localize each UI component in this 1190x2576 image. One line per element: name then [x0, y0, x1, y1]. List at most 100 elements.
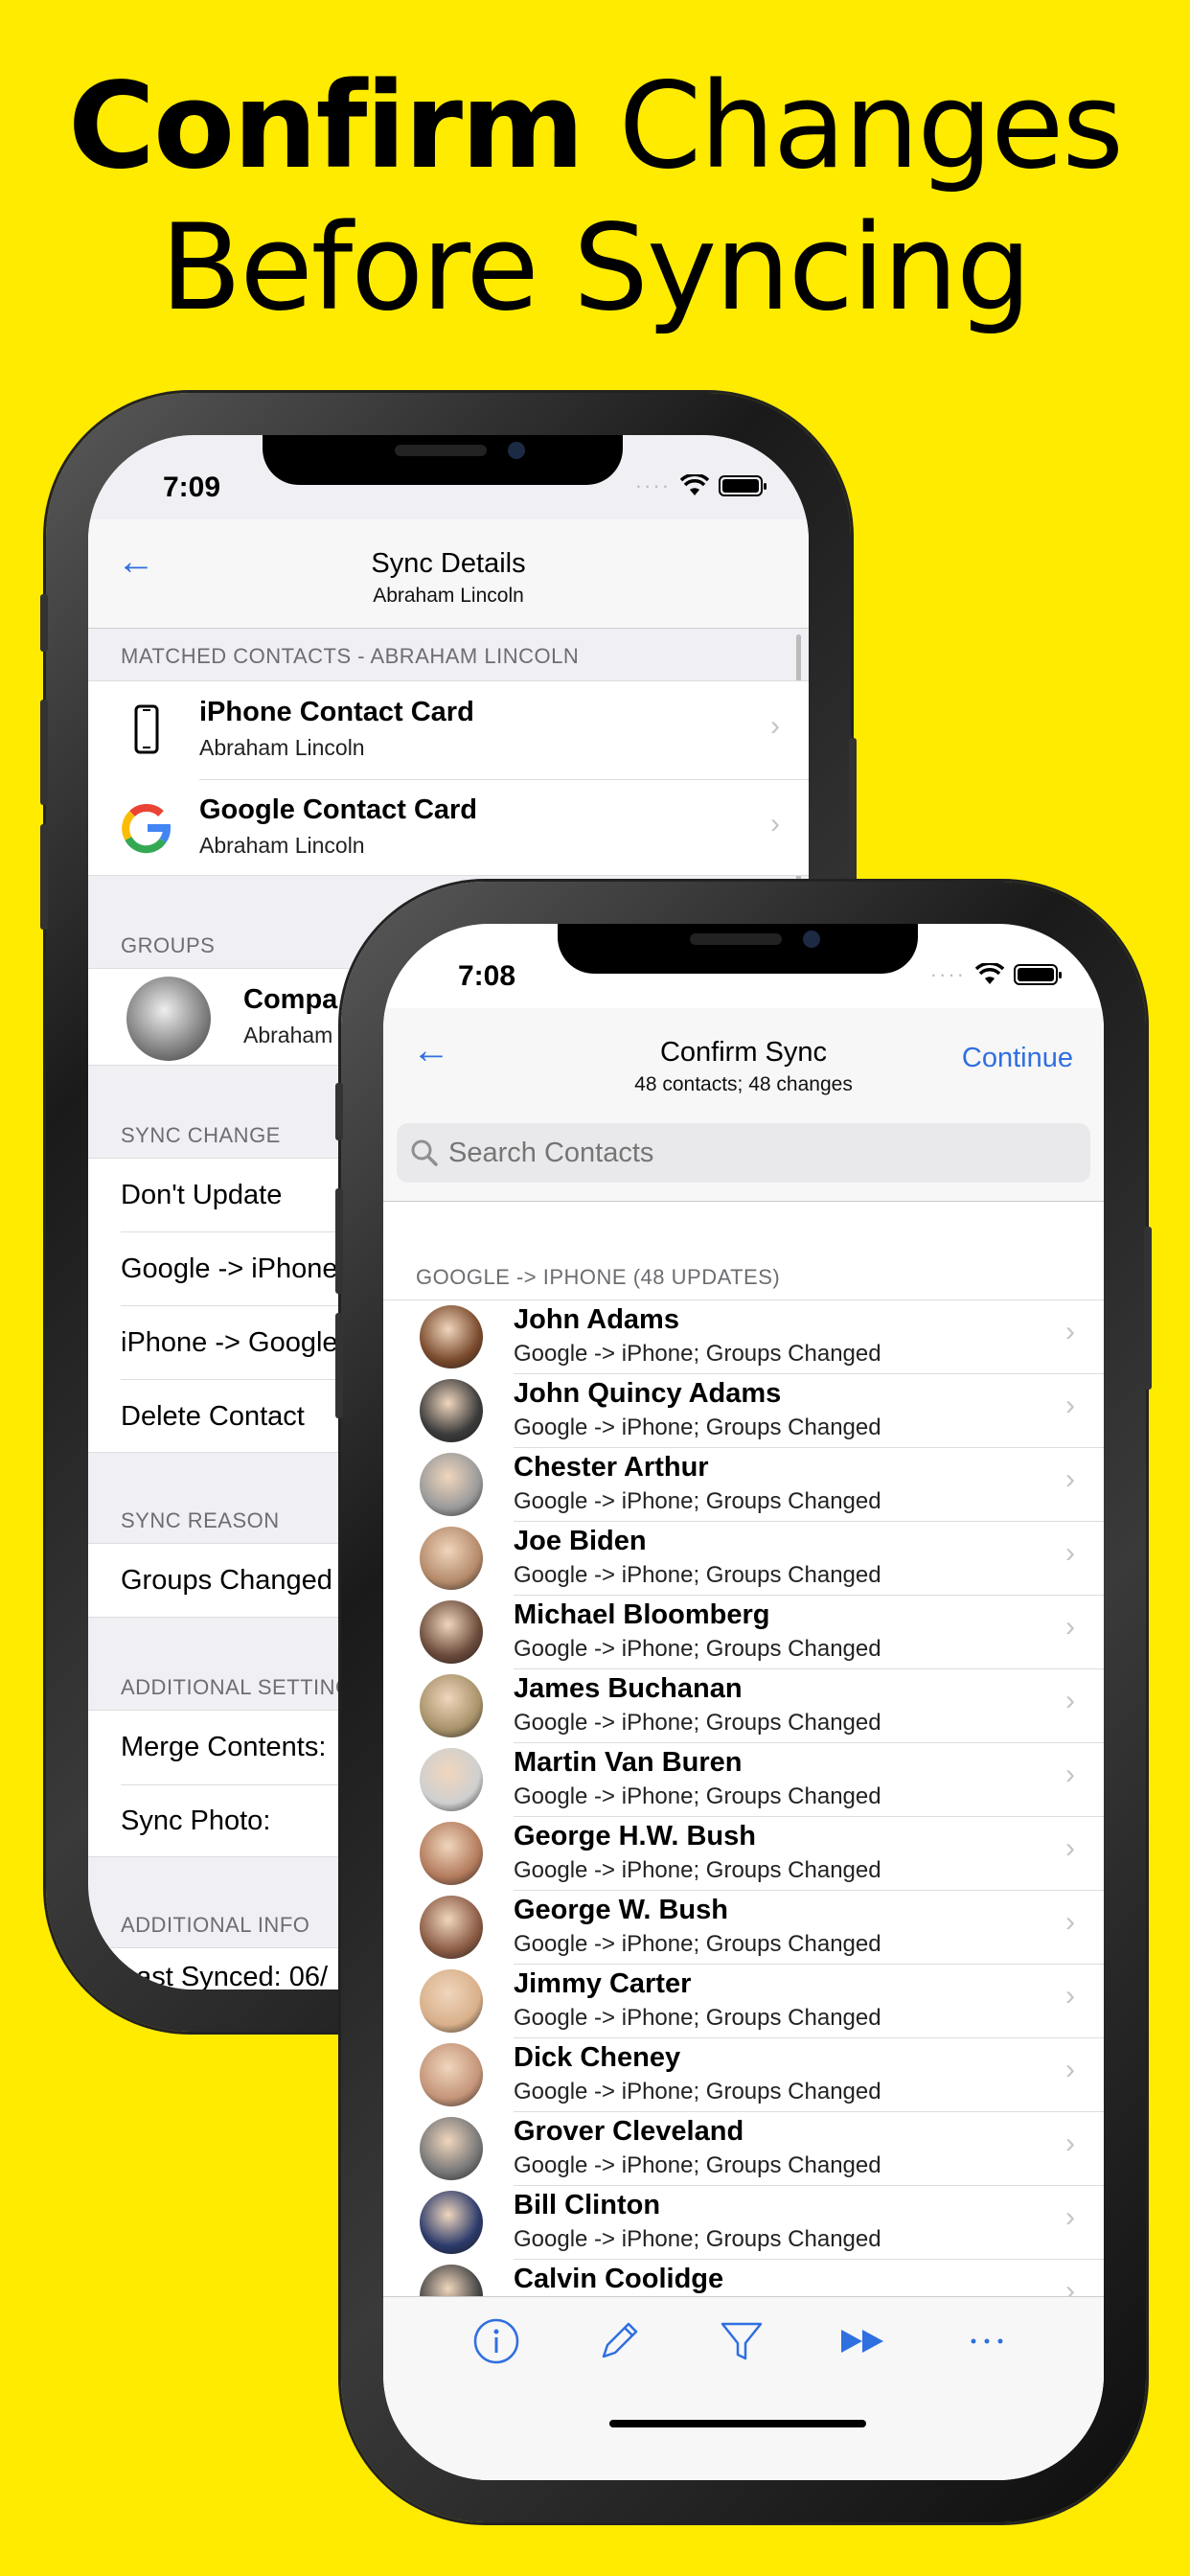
wifi-icon [680, 474, 709, 495]
contact-detail: Google -> iPhone; Groups Changed [514, 1931, 881, 1957]
option-google-to-iphone[interactable]: Google -> iPhone [121, 1254, 338, 1285]
group-title: Compa [243, 984, 338, 1015]
headline-rest: Changes [583, 58, 1124, 196]
nav-subtitle: Abraham Lincoln [373, 585, 524, 607]
section-header-updates: GOOGLE -> IPHONE (48 UPDATES) [416, 1265, 781, 1289]
contact-row[interactable]: Jimmy Carter Google -> iPhone; Groups Cha… [383, 1965, 1104, 2038]
search-input[interactable] [448, 1137, 927, 1169]
chevron-right-icon: › [1065, 2128, 1075, 2159]
contact-name: Michael Bloomberg [514, 1599, 770, 1630]
avatar [420, 1379, 483, 1442]
contact-name: Grover Cleveland [514, 2116, 744, 2147]
chevron-right-icon: › [1065, 1832, 1075, 1864]
iphone-icon [134, 704, 159, 754]
filter-icon[interactable] [713, 2312, 770, 2370]
status-icons: ···· [929, 962, 1062, 987]
fast-forward-icon[interactable] [835, 2312, 893, 2370]
matched-contacts-group: iPhone Contact Card Abraham Lincoln › Go… [88, 680, 809, 876]
front-phone-frame: 7:08 ···· ← Confirm Sync 48 contacts; 48… [335, 882, 1152, 2522]
contact-row[interactable]: Michael Bloomberg Google -> iPhone; Group… [383, 1596, 1104, 1669]
home-indicator[interactable] [609, 2420, 866, 2427]
notch [558, 924, 918, 974]
contact-detail: Google -> iPhone; Groups Changed [514, 1414, 881, 1440]
search-bar[interactable] [397, 1123, 1090, 1183]
signal-icon: ···· [929, 962, 966, 986]
avatar [126, 977, 211, 1061]
contact-detail: Google -> iPhone; Groups Changed [514, 1341, 881, 1367]
chevron-right-icon: › [770, 808, 780, 840]
chevron-right-icon: › [1065, 2201, 1075, 2233]
contact-row[interactable]: Joe Biden Google -> iPhone; Groups Change… [383, 1522, 1104, 1596]
contact-name: Martin Van Buren [514, 1747, 743, 1778]
avatar [420, 2191, 483, 2254]
merge-contents-label[interactable]: Merge Contents: [121, 1732, 326, 1763]
chevron-right-icon: › [1065, 1537, 1075, 1569]
contact-row[interactable]: Martin Van Buren Google -> iPhone; Groups… [383, 1743, 1104, 1817]
volume-down-button [335, 1313, 343, 1418]
sync-photo-label[interactable]: Sync Photo: [121, 1806, 270, 1837]
headline: Confirm Changes Before Syncing [0, 56, 1190, 339]
group-subtitle: Abraham [243, 1023, 333, 1047]
option-dont-update[interactable]: Don't Update [121, 1180, 282, 1211]
section-header-additional-info: ADDITIONAL INFO [121, 1913, 310, 1937]
contact-detail: Google -> iPhone; Groups Changed [514, 1857, 881, 1883]
info-icon[interactable] [468, 2312, 525, 2370]
avatar [420, 1748, 483, 1811]
contact-detail: Google -> iPhone; Groups Changed [514, 2152, 881, 2178]
contact-detail: Google -> iPhone; Groups Changed [514, 1562, 881, 1588]
contact-detail: Google -> iPhone; Groups Changed [514, 2226, 881, 2252]
headline-bold: Confirm [67, 58, 584, 196]
google-icon [122, 804, 171, 854]
battery-icon [719, 475, 767, 496]
section-header-matched: MATCHED CONTACTS - ABRAHAM LINCOLN [121, 644, 580, 668]
contact-row[interactable]: Dick Cheney Google -> iPhone; Groups Chan… [383, 2038, 1104, 2112]
pencil-icon[interactable] [590, 2312, 648, 2370]
speaker [690, 933, 782, 945]
contact-name: James Buchanan [514, 1673, 743, 1704]
contact-row[interactable]: Grover Cleveland Google -> iPhone; Groups… [383, 2112, 1104, 2186]
side-button [1144, 1227, 1152, 1390]
contact-row[interactable]: John Adams Google -> iPhone; Groups Chang… [383, 1300, 1104, 1374]
sync-reason-value: Groups Changed [121, 1565, 332, 1596]
contact-row[interactable]: John Quincy Adams Google -> iPhone; Group… [383, 1374, 1104, 1448]
contact-row[interactable]: Bill Clinton Google -> iPhone; Groups Cha… [383, 2186, 1104, 2260]
contact-name: John Adams [514, 1304, 679, 1335]
contact-row[interactable]: James Buchanan Google -> iPhone; Groups C… [383, 1669, 1104, 1743]
volume-up-button [335, 1188, 343, 1294]
contact-row[interactable]: Chester Arthur Google -> iPhone; Groups C… [383, 1448, 1104, 1522]
contact-name: Joe Biden [514, 1526, 647, 1556]
wifi-icon [975, 963, 1004, 984]
battery-icon [1014, 964, 1062, 985]
option-iphone-to-google[interactable]: iPhone -> Google [121, 1327, 338, 1359]
volume-down-button [40, 824, 48, 930]
mute-switch [40, 594, 48, 652]
avatar [420, 1674, 483, 1737]
chevron-right-icon: › [1065, 1759, 1075, 1790]
avatar [420, 1822, 483, 1885]
contact-name: Jimmy Carter [514, 1968, 692, 1999]
contact-row[interactable]: George W. Bush Google -> iPhone; Groups C… [383, 1891, 1104, 1965]
mute-switch [335, 1083, 343, 1140]
camera [508, 442, 525, 459]
more-icon[interactable] [958, 2312, 1016, 2370]
status-icons: ···· [634, 473, 767, 498]
contact-list[interactable]: John Adams Google -> iPhone; Groups Chang… [383, 1300, 1104, 2315]
google-contact-card-cell[interactable]: Google Contact Card Abraham Lincoln › [88, 779, 809, 877]
continue-button[interactable]: Continue [962, 1043, 1073, 1074]
contact-row[interactable]: George H.W. Bush Google -> iPhone; Groups… [383, 1817, 1104, 1891]
camera [803, 931, 820, 948]
side-button [849, 738, 857, 901]
avatar [420, 1600, 483, 1664]
headline-line2: Before Syncing [160, 199, 1031, 337]
avatar [420, 1896, 483, 1959]
option-delete-contact[interactable]: Delete Contact [121, 1401, 305, 1433]
contact-name: George W. Bush [514, 1895, 728, 1925]
chevron-right-icon: › [770, 710, 780, 742]
avatar [420, 1305, 483, 1368]
iphone-contact-card-cell[interactable]: iPhone Contact Card Abraham Lincoln › [88, 681, 809, 779]
cell-title: iPhone Contact Card [199, 697, 474, 727]
chevron-right-icon: › [1065, 1390, 1075, 1421]
navigation-bar: ← Sync Details Abraham Lincoln [88, 519, 809, 629]
nav-title: Sync Details [371, 548, 526, 579]
signal-icon: ···· [634, 473, 671, 497]
